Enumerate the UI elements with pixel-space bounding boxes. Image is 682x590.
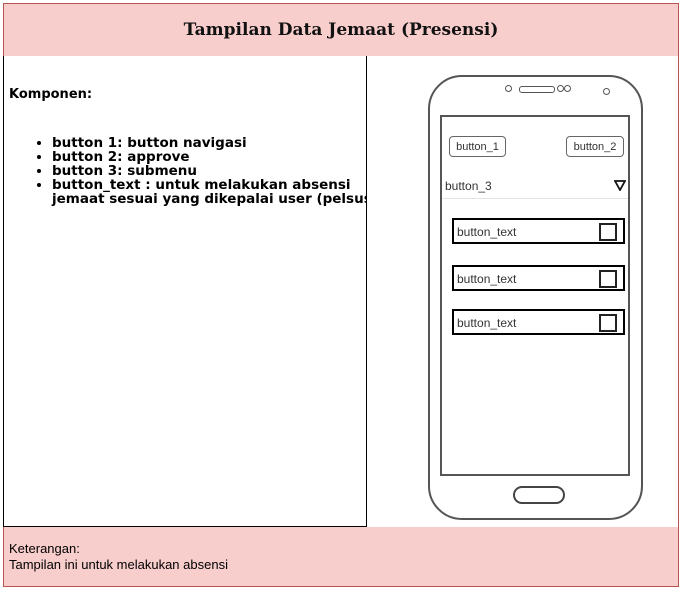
checkbox-icon[interactable] — [599, 314, 617, 332]
sensor-dot-icon — [603, 88, 610, 95]
sensor-dot-icon — [564, 85, 571, 92]
checkbox-icon[interactable] — [599, 223, 617, 241]
component-item: button 2: approve — [52, 150, 382, 164]
button-text-row[interactable]: button_text — [452, 265, 625, 291]
button-text-label: button_text — [457, 272, 517, 286]
checkbox-icon[interactable] — [599, 270, 617, 288]
button-text-row[interactable]: button_text — [452, 218, 625, 244]
components-list: button 1: button navigasi button 2: appr… — [32, 136, 382, 206]
component-item: button_text : untuk melakukan absensi je… — [52, 178, 382, 206]
home-button[interactable] — [513, 486, 565, 504]
notes-text: Tampilan ini untuk melakukan absensi — [9, 557, 228, 572]
button-2-approve[interactable]: button_2 — [566, 136, 624, 157]
button-text-row[interactable]: button_text — [452, 309, 625, 335]
sensor-dot-icon — [557, 85, 564, 92]
button-text-label: button_text — [457, 316, 517, 330]
components-panel: Komponen: button 1: button navigasi butt… — [3, 56, 378, 527]
phone-screen — [440, 115, 630, 476]
submenu-label: button_3 — [445, 179, 492, 193]
dropdown-triangle-icon — [614, 180, 626, 191]
button-text-label: button_text — [457, 225, 517, 239]
components-title: Komponen: — [9, 87, 93, 102]
button-1-navigation[interactable]: button_1 — [449, 136, 506, 157]
front-camera-icon — [505, 85, 512, 92]
component-item: button 3: submenu — [52, 164, 382, 178]
page-title: Tampilan Data Jemaat (Presensi) — [183, 20, 499, 40]
component-item: button 1: button navigasi — [52, 136, 382, 150]
button-3-submenu[interactable]: button_3 — [442, 174, 628, 199]
page-header: Tampilan Data Jemaat (Presensi) — [3, 3, 679, 57]
notes-footer: Keterangan: Tampilan ini untuk melakukan… — [3, 527, 679, 587]
notes-title: Keterangan: — [9, 541, 80, 556]
speaker-grille — [519, 86, 555, 93]
